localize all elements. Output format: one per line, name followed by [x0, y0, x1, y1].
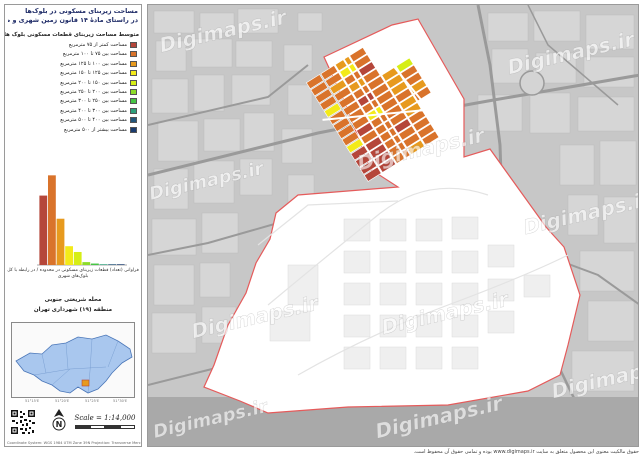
scale-bar [75, 425, 135, 429]
legend-panel: مساحت زیربنای مسکونی در بلوک‌ها در راستا… [4, 4, 142, 447]
tehran-districts-shape [15, 334, 133, 394]
north-label: N [56, 420, 63, 429]
legend-label: مساحت بین ۱۲۵ تا ۱۵۰ مترمربع [60, 70, 127, 77]
legend-label: مساحت بین ۲۰۰ تا ۲۵۰ مترمربع [60, 88, 127, 95]
legend-item: مساحت بین ۷۵ تا ۱۰۰ مترمربع [7, 50, 139, 59]
inset-tick: 51°30'E [113, 399, 128, 403]
legend-swatch [130, 60, 137, 67]
map-canvas: Digimaps.ir Digimaps.ir Digimaps.ir Digi… [147, 4, 639, 447]
location-inset-map [11, 322, 135, 398]
legend-swatch [130, 42, 137, 48]
chart-bar-75-100 [48, 175, 56, 265]
frequency-bar-chart [37, 175, 127, 266]
chart-bar-200-250 [82, 262, 91, 265]
legend-label: مساحت بین ۷۵ تا ۱۰۰ مترمربع [62, 51, 127, 58]
legend-label: مساحت بین ۱۵۰ تا ۲۰۰ مترمربع [60, 79, 127, 86]
inset-tick: 51°25'E [85, 399, 100, 403]
legend: مساحت کمتر از ۷۵ مترمربع مساحت بین ۷۵ تا … [7, 41, 139, 135]
legend-item: مساحت بین ۱۲۵ تا ۱۵۰ مترمربع [7, 69, 139, 78]
legend-label: مساحت کمتر از ۷۵ مترمربع [68, 42, 127, 48]
copyright-note: حقوق مالکیت معنوی این محصول متعلق به سای… [413, 449, 639, 455]
legend-item: مساحت بین ۲۵۰ تا ۳۰۰ مترمربع [7, 97, 139, 106]
north-arrow-icon: N [52, 409, 66, 431]
inset-tick: 51°20'E [55, 399, 70, 403]
region-label: محله شریعتی جنوبی منطقه (۱۹) شهرداری تهر… [7, 295, 139, 315]
chart-bar-125-150 [65, 246, 73, 265]
legend-label: مساحت بین ۳۰۰ تا ۴۰۰ مترمربع [60, 107, 127, 114]
map-sheet: مساحت زیربنای مسکونی در بلوک‌ها در راستا… [0, 0, 643, 461]
chart-bar-400-500 [108, 264, 116, 265]
legend-label: مساحت بین ۱۰۰ تا ۱۲۵ مترمربع [60, 60, 127, 67]
legend-swatch [130, 70, 137, 77]
legend-title: متوسط مساحت زیربنای قطعات مسکونی بلوک ها [4, 32, 139, 38]
map-scale: Scale = 1:14,000 [74, 414, 136, 422]
district-name: منطقه (۱۹) شهرداری تهران [33, 307, 113, 313]
legend-label: مساحت بین ۲۵۰ تا ۳۰۰ مترمربع [60, 98, 127, 105]
inset-tick: 51°15'E [25, 399, 40, 403]
chart-bar-<75 [39, 195, 48, 265]
legend-swatch [130, 126, 137, 133]
map-title-line-1: مساحت زیربنای مسکونی در بلوک‌ها [25, 7, 138, 15]
legend-item: مساحت کمتر از ۷۵ مترمربع [7, 41, 139, 50]
qr-code-icon [10, 409, 36, 435]
legend-label: مساحت بیشتر از ۵۰۰ مترمربع [64, 126, 127, 133]
inset-coordinate-ticks: 51°15'E 51°20'E 51°25'E 51°30'E [11, 399, 135, 407]
legend-item: مساحت بین ۴۰۰ تا ۵۰۰ مترمربع [7, 116, 139, 125]
legend-swatch [130, 117, 137, 124]
legend-item: مساحت بین ۲۰۰ تا ۲۵۰ مترمربع [7, 88, 139, 97]
coordinate-system-credit: Coordinate System: WGS 1984 UTM Zone 39N… [7, 441, 141, 445]
chart-caption: فراوانی (تعداد) قطعات زیربنای مسکونی در … [7, 268, 139, 279]
chart-bar-300-400 [99, 264, 108, 265]
chart-bar-150-200 [73, 251, 82, 265]
legend-swatch [130, 51, 137, 58]
chart-bar->500 [116, 264, 125, 265]
legend-swatch [130, 98, 137, 105]
legend-item: مساحت بیشتر از ۵۰۰ مترمربع [7, 126, 139, 135]
map-title: مساحت زیربنای مسکونی در بلوک‌ها در راستا… [5, 5, 141, 31]
chart-bar-250-300 [91, 263, 99, 265]
legend-item: مساحت بین ۱۰۰ تا ۱۲۵ مترمربع [7, 60, 139, 69]
legend-item: مساحت بین ۱۵۰ تا ۲۰۰ مترمربع [7, 79, 139, 88]
legend-label: مساحت بین ۴۰۰ تا ۵۰۰ مترمربع [60, 117, 127, 124]
legend-swatch [130, 79, 137, 86]
legend-item: مساحت بین ۳۰۰ تا ۴۰۰ مترمربع [7, 107, 139, 116]
legend-swatch [130, 88, 137, 95]
study-area-location-marker [81, 379, 90, 387]
chart-bar-100-125 [56, 218, 65, 265]
map-title-line-2: در راستای مادهٔ ۱۴ قانون زمین شهری و طرح… [8, 16, 138, 24]
legend-swatch [130, 107, 137, 114]
neighbourhood-name: محله شریعتی جنوبی [44, 297, 102, 303]
